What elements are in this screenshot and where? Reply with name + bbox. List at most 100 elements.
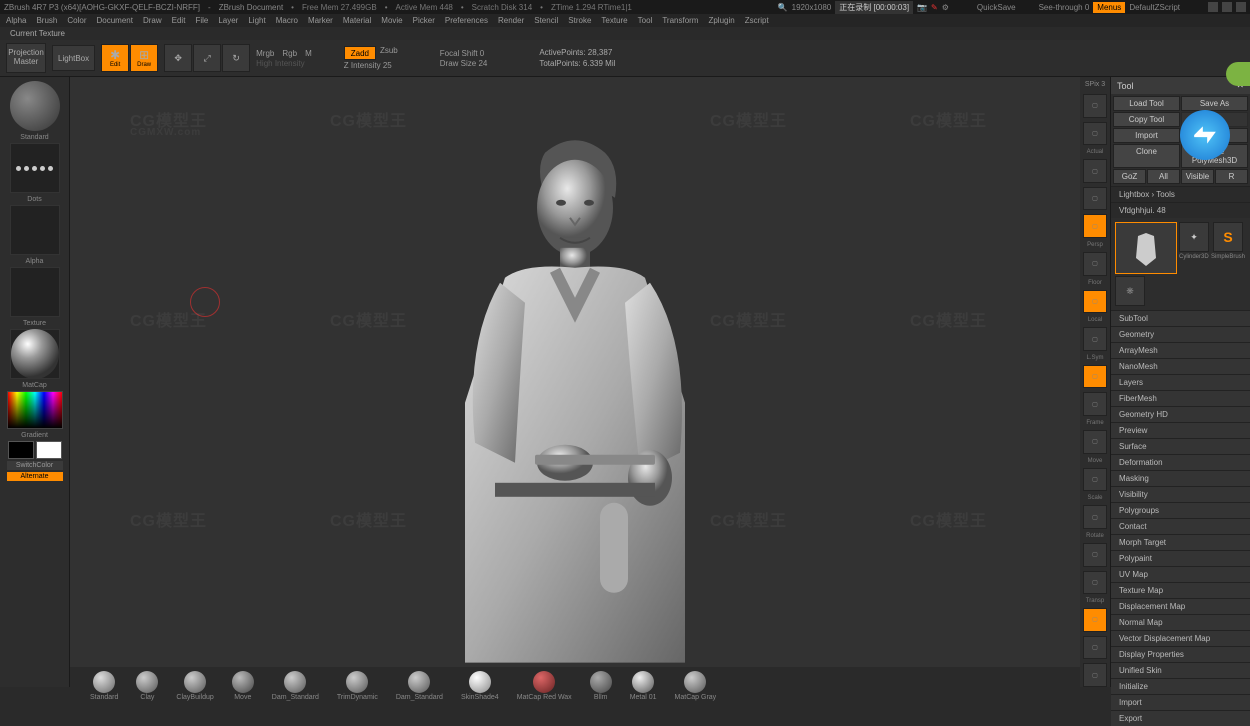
tray-metal-01[interactable]: Metal 01 (630, 671, 657, 701)
menu-tool[interactable]: Tool (638, 16, 653, 25)
zoom-icon[interactable]: 🔍 (778, 3, 788, 12)
quicksave-button[interactable]: QuickSave (977, 3, 1016, 12)
menu-macro[interactable]: Macro (276, 16, 298, 25)
accordion-uv-map[interactable]: UV Map (1111, 566, 1250, 582)
minimize-button[interactable] (1208, 2, 1218, 12)
focal-shift-slider[interactable]: Focal Shift 0 (440, 49, 488, 58)
viewport[interactable]: CG模型王 CGMXW.com CG模型王 CG模型王 CG模型王 CG模型王 … (70, 77, 1080, 687)
pencil-icon[interactable]: ✎ (931, 3, 938, 12)
nav-icon-Persp[interactable]: ▢ (1083, 214, 1107, 238)
scale-button[interactable]: ⤢ (193, 44, 221, 72)
nav-icon-Actual[interactable]: ▢ (1083, 122, 1107, 146)
zintensity-slider[interactable]: Z Intensity 25 (344, 61, 398, 70)
goz-all-button[interactable]: All (1147, 169, 1180, 184)
tray-bllm[interactable]: Bllm (590, 671, 612, 701)
accordion-masking[interactable]: Masking (1111, 470, 1250, 486)
accordion-contact[interactable]: Contact (1111, 518, 1250, 534)
accordion-layers[interactable]: Layers (1111, 374, 1250, 390)
material-preview[interactable] (10, 329, 60, 379)
menu-marker[interactable]: Marker (308, 16, 333, 25)
tray-claybuildup[interactable]: ClayBuildup (176, 671, 213, 701)
menu-movie[interactable]: Movie (381, 16, 402, 25)
alpha-slot[interactable] (10, 205, 60, 255)
tool-thumb-main[interactable] (1115, 222, 1177, 274)
copy-tool-button[interactable]: Copy Tool (1113, 112, 1180, 127)
tray-matcap-gray[interactable]: MatCap Gray (675, 671, 717, 701)
rotate-button[interactable]: ↻ (222, 44, 250, 72)
brush-preview[interactable] (10, 81, 60, 131)
lightbox-tools-link[interactable]: Lightbox › Tools (1111, 186, 1250, 202)
stroke-preview[interactable] (10, 143, 60, 193)
menu-picker[interactable]: Picker (413, 16, 435, 25)
seethrough-slider[interactable]: See-through 0 (1039, 3, 1090, 12)
nav-icon-Floor[interactable]: ▢ (1083, 252, 1107, 276)
nav-icon-13[interactable]: ▢ (1083, 543, 1107, 567)
menu-edit[interactable]: Edit (172, 16, 186, 25)
accordion-surface[interactable]: Surface (1111, 438, 1250, 454)
accordion-normal-map[interactable]: Normal Map (1111, 614, 1250, 630)
menu-material[interactable]: Material (343, 16, 371, 25)
menu-preferences[interactable]: Preferences (445, 16, 488, 25)
menu-texture[interactable]: Texture (601, 16, 627, 25)
accordion-export[interactable]: Export (1111, 710, 1250, 726)
nav-icon-Rotate[interactable]: ▢ (1083, 505, 1107, 529)
accordion-arraymesh[interactable]: ArrayMesh (1111, 342, 1250, 358)
tray-dam_standard[interactable]: Dam_Standard (396, 671, 443, 701)
projection-master-button[interactable]: Projection Master (6, 43, 46, 73)
nav-icon-Transp[interactable]: ▢ (1083, 571, 1107, 595)
menu-zplugin[interactable]: Zplugin (708, 16, 734, 25)
nav-icon-Scale[interactable]: ▢ (1083, 468, 1107, 492)
secondary-color[interactable] (8, 441, 34, 459)
accordion-display-properties[interactable]: Display Properties (1111, 646, 1250, 662)
tray-move[interactable]: Move (232, 671, 254, 701)
tool-thumb-simplebrush[interactable]: S (1213, 222, 1243, 252)
nav-icon-Move[interactable]: ▢ (1083, 430, 1107, 454)
tools-icon[interactable]: ⚙ (942, 3, 949, 12)
nav-icon-3[interactable]: ▢ (1083, 187, 1107, 211)
clone-button[interactable]: Clone (1113, 144, 1180, 168)
draw-size-slider[interactable]: Draw Size 24 (440, 59, 488, 68)
color-picker[interactable] (7, 391, 63, 429)
goz-r-button[interactable]: R (1215, 169, 1248, 184)
switchcolor-button[interactable]: SwitchColor (7, 461, 63, 470)
menu-transform[interactable]: Transform (662, 16, 698, 25)
nav-icon-2[interactable]: ▢ (1083, 159, 1107, 183)
goz-button[interactable]: GoZ (1113, 169, 1146, 184)
accordion-nanomesh[interactable]: NanoMesh (1111, 358, 1250, 374)
draw-mode-button[interactable]: ⊞Draw (130, 44, 158, 72)
menu-stencil[interactable]: Stencil (534, 16, 558, 25)
rgb-button[interactable]: Rgb (282, 49, 297, 58)
menus-button[interactable]: Menus (1093, 2, 1125, 13)
accordion-subtool[interactable]: SubTool (1111, 310, 1250, 326)
tray-trimdynamic[interactable]: TrimDynamic (337, 671, 378, 701)
close-button[interactable] (1236, 2, 1246, 12)
menu-zscript[interactable]: Zscript (745, 16, 769, 25)
zscript-label[interactable]: DefaultZScript (1129, 3, 1180, 12)
zsub-button[interactable]: Zsub (380, 46, 398, 60)
accordion-preview[interactable]: Preview (1111, 422, 1250, 438)
menu-file[interactable]: File (195, 16, 208, 25)
tray-clay[interactable]: Clay (136, 671, 158, 701)
menu-document[interactable]: Document (97, 16, 133, 25)
accordion-unified-skin[interactable]: Unified Skin (1111, 662, 1250, 678)
accordion-deformation[interactable]: Deformation (1111, 454, 1250, 470)
tray-dam_standard[interactable]: Dam_Standard (272, 671, 319, 701)
menu-light[interactable]: Light (248, 16, 265, 25)
menu-color[interactable]: Color (67, 16, 86, 25)
menu-stroke[interactable]: Stroke (568, 16, 591, 25)
nav-icon-Frame[interactable]: ▢ (1083, 392, 1107, 416)
goz-visible-button[interactable]: Visible (1181, 169, 1214, 184)
tool-thumb-4[interactable]: ❋ (1115, 276, 1145, 306)
menu-brush[interactable]: Brush (36, 16, 57, 25)
nav-icon-15[interactable]: ▢ (1083, 608, 1107, 632)
nav-icon-8[interactable]: ▢ (1083, 365, 1107, 389)
tool-thumb-cylinder[interactable]: ✦ (1179, 222, 1209, 252)
nav-icon-0[interactable]: ▢ (1083, 94, 1107, 118)
texture-slot[interactable] (10, 267, 60, 317)
nav-icon-17[interactable]: ▢ (1083, 663, 1107, 687)
accordion-geometry-hd[interactable]: Geometry HD (1111, 406, 1250, 422)
nav-icon-16[interactable]: ▢ (1083, 636, 1107, 660)
lightbox-button[interactable]: LightBox (52, 45, 95, 71)
accordion-displacement-map[interactable]: Displacement Map (1111, 598, 1250, 614)
tray-standard[interactable]: Standard (90, 671, 118, 701)
